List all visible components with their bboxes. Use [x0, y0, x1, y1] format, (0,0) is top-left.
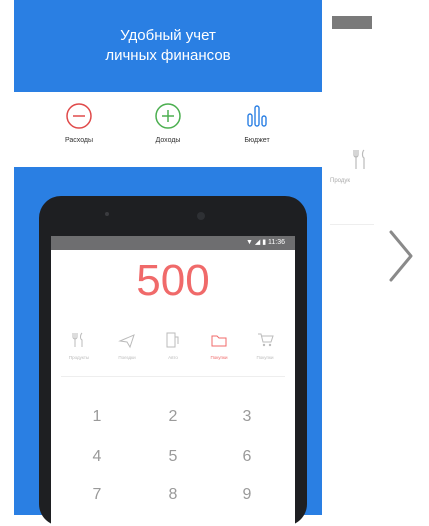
- category-purchases[interactable]: Покупки: [243, 331, 287, 360]
- key-4[interactable]: 4: [77, 448, 117, 466]
- category-label: Покупки: [256, 355, 274, 360]
- plus-circle-icon: [155, 103, 181, 129]
- category-label: Поездки: [118, 355, 136, 360]
- amount-display: 500: [136, 256, 210, 305]
- feature-budget-label: Бюджет: [244, 137, 270, 144]
- feature-income: Доходы: [128, 102, 208, 144]
- minus-circle-icon: [66, 103, 92, 129]
- phone-sensor: [105, 212, 109, 216]
- category-label: Покупки: [210, 355, 228, 360]
- key-6[interactable]: 6: [227, 448, 267, 466]
- key-9[interactable]: 9: [227, 486, 267, 504]
- bars-icon: [247, 105, 267, 127]
- status-time: ▼ ◢ ▮ 11:36: [246, 239, 285, 246]
- key-3[interactable]: 3: [227, 408, 267, 426]
- key-7[interactable]: 7: [77, 486, 117, 504]
- key-5[interactable]: 5: [153, 448, 193, 466]
- banner-title-line2: личных финансов: [105, 47, 231, 64]
- feature-income-label: Доходы: [155, 137, 181, 144]
- plane-icon: [118, 334, 135, 349]
- cart-icon: [258, 333, 274, 347]
- category-label: Авто: [168, 355, 178, 360]
- peek-divider: [330, 224, 374, 225]
- phone-mockup: ▼ ◢ ▮ 11:36 500 Продукты Поездки Авто По…: [39, 196, 307, 526]
- category-auto[interactable]: Авто: [151, 331, 195, 360]
- fuel-icon: [166, 332, 179, 348]
- divider: [61, 376, 285, 377]
- next-slide-peek: Продук: [330, 0, 374, 515]
- peek-header-bar: [332, 16, 372, 29]
- folder-icon: [211, 335, 227, 347]
- category-trips[interactable]: Поездки: [105, 331, 149, 360]
- feature-expenses-label: Расходы: [64, 137, 94, 144]
- feature-budget: Бюджет: [217, 102, 297, 144]
- feature-row: Расходы Доходы Бюджет: [14, 92, 322, 167]
- phone-camera: [197, 212, 205, 220]
- fork-knife-icon: [353, 149, 365, 169]
- promo-banner: Удобный учет личных финансов: [14, 0, 322, 92]
- category-label: Продукты: [68, 355, 90, 360]
- feature-expenses: Расходы: [39, 102, 119, 144]
- key-2[interactable]: 2: [153, 408, 193, 426]
- chevron-right-icon[interactable]: [385, 226, 415, 286]
- key-1[interactable]: 1: [77, 408, 117, 426]
- banner-title-line1: Удобный учет: [120, 27, 216, 44]
- peek-label: Продук: [330, 178, 350, 184]
- category-row: Продукты Поездки Авто Покупки Покупки: [51, 331, 295, 371]
- key-8[interactable]: 8: [153, 486, 193, 504]
- status-bar: ▼ ◢ ▮ 11:36: [51, 236, 295, 250]
- fork-knife-icon: [72, 332, 83, 347]
- category-shopping-active[interactable]: Покупки: [197, 331, 241, 360]
- category-products[interactable]: Продукты: [57, 331, 101, 360]
- phone-screen: ▼ ◢ ▮ 11:36 500 Продукты Поездки Авто По…: [51, 236, 295, 526]
